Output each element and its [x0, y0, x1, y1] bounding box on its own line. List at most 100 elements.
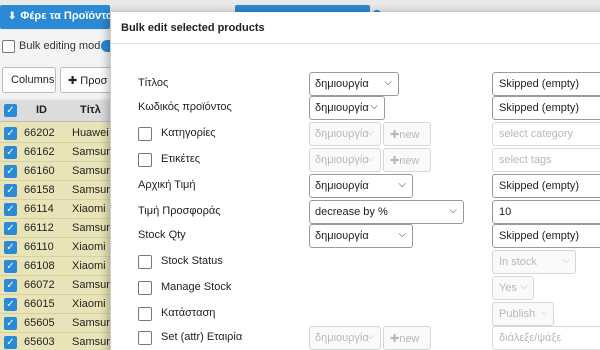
categories-new-button[interactable]: ✚new [383, 122, 431, 146]
title-action-select[interactable]: δημιουργία ⌵ [309, 72, 399, 96]
select-value: decrease by % [315, 206, 388, 218]
title-value-input[interactable]: Skipped (empty) [492, 72, 600, 96]
row-checkbox[interactable]: ✓ [4, 279, 17, 292]
select-all-checkbox[interactable]: ✓ [4, 104, 17, 117]
field-row-stock-qty: Stock Qty δημιουργία ⌵ Skipped (empty) [111, 224, 600, 250]
chevron-down-icon: ⌵ [398, 179, 406, 190]
field-row-sku: Κωδικός προϊόντος δημιουργία ⌵ Skipped (e… [111, 96, 600, 122]
company-checkbox[interactable] [138, 331, 152, 345]
row-checkbox[interactable]: ✓ [4, 203, 17, 216]
table-row[interactable]: ✓ 66108 Xiaomi [0, 257, 110, 276]
categories-search-input[interactable]: select category [492, 122, 600, 146]
columns-button[interactable]: Columns [2, 67, 56, 93]
row-id: 66112 [24, 222, 54, 234]
row-checkbox[interactable]: ✓ [4, 298, 17, 311]
table-row[interactable]: ✓ 65603 Samsun [0, 333, 113, 350]
fetch-products-label: Φέρε τα Προϊόντα [20, 10, 110, 22]
sku-value-input[interactable]: Skipped (empty) [492, 96, 600, 120]
field-row-regular-price: Αρχική Τιμή δημιουργία ⌵ Skipped (empty) [111, 174, 600, 200]
table-row[interactable]: ✓ 66015 Xiaomi [0, 295, 110, 314]
table-row[interactable]: ✓ 66072 Samsun [0, 276, 113, 295]
row-title: Samsun [72, 317, 113, 329]
tags-action-select[interactable]: δημιουργία ⌵ [309, 148, 381, 172]
regular-price-value-input[interactable]: Skipped (empty) [492, 174, 600, 198]
tags-search-input[interactable]: select tags [492, 148, 600, 172]
modal-header: Bulk edit selected products [111, 12, 600, 44]
row-title: Huawei [72, 127, 109, 139]
row-title: Samsun [72, 336, 113, 348]
row-checkbox[interactable]: ✓ [4, 241, 17, 254]
bulk-editing-checkbox[interactable] [2, 40, 15, 53]
modal-title: Bulk edit selected products [121, 22, 265, 34]
table-row[interactable]: ✓ 66162 Samsun [0, 143, 112, 162]
field-row-company: Set (attr) Εταιρία δημιουργία ⌵ ✚new διάλ… [111, 326, 600, 350]
regular-price-action-select[interactable]: δημιουργία ⌵ [309, 174, 413, 198]
table-row[interactable]: ✓ 66114 Xiaomi [0, 200, 110, 219]
chevron-down-icon: ⌵ [540, 307, 548, 318]
row-title: Xiaomi [72, 241, 106, 253]
table-row[interactable]: ✓ 66110 Xiaomi [0, 238, 110, 257]
table-row[interactable]: ✓ 66202 Huawei [0, 124, 110, 143]
chevron-down-icon: ⌵ [449, 205, 457, 216]
tags-checkbox[interactable] [138, 153, 152, 167]
chevron-down-icon: ⌵ [366, 331, 374, 342]
column-header-id[interactable]: ID [36, 104, 47, 116]
row-checkbox[interactable]: ✓ [4, 184, 17, 197]
company-action-select[interactable]: δημιουργία ⌵ [309, 326, 381, 350]
row-checkbox[interactable]: ✓ [4, 222, 17, 235]
select-value: Yes [499, 282, 517, 294]
row-checkbox[interactable]: ✓ [4, 146, 17, 159]
row-checkbox[interactable]: ✓ [4, 317, 17, 330]
sku-action-select[interactable]: δημιουργία ⌵ [309, 96, 385, 120]
bulk-editing-label: Bulk editing mode [19, 40, 107, 52]
new-label: new [399, 129, 420, 141]
categories-checkbox[interactable] [138, 127, 152, 141]
stock-status-select[interactable]: In stock ⌵ [492, 250, 576, 274]
manage-stock-select[interactable]: Yes ⌵ [492, 276, 534, 300]
table-row[interactable]: ✓ 66158 Samsun [0, 181, 112, 200]
stock-status-checkbox[interactable] [138, 255, 152, 269]
row-id: 66158 [24, 184, 55, 196]
download-icon: ⬇ [8, 11, 17, 22]
stock-qty-value-input[interactable]: Skipped (empty) [492, 224, 600, 248]
manage-stock-checkbox[interactable] [138, 281, 152, 295]
field-label: Αρχική Τιμή [138, 179, 196, 191]
company-new-button[interactable]: ✚new [383, 326, 431, 350]
row-id: 66202 [24, 127, 55, 139]
row-id: 66015 [24, 298, 55, 310]
sale-price-value-input[interactable]: 10 [492, 200, 600, 224]
field-row-status: Κατάσταση Publish ⌵ [111, 302, 600, 328]
table-row[interactable]: ✓ 66112 Samsun [0, 219, 112, 238]
select-value: δημιουργία [315, 332, 369, 344]
select-value: Publish [499, 308, 536, 320]
column-header-title[interactable]: Τίτλ [80, 104, 101, 116]
chevron-down-icon: ⌵ [370, 101, 378, 112]
field-label: Κωδικός προϊόντος [138, 101, 232, 113]
plus-icon: ✚ [390, 155, 400, 167]
row-title: Samsun [72, 279, 113, 291]
table-row[interactable]: ✓ 65605 Samsun [0, 314, 113, 333]
categories-action-select[interactable]: δημιουργία ⌵ [309, 122, 381, 146]
status-select[interactable]: Publish ⌵ [492, 302, 554, 326]
row-checkbox[interactable]: ✓ [4, 165, 17, 178]
tags-new-button[interactable]: ✚new [383, 148, 431, 172]
stock-qty-action-select[interactable]: δημιουργία ⌵ [309, 224, 413, 248]
company-search-input[interactable]: διάλεξε/ψάξε [492, 326, 600, 350]
row-id: 66114 [24, 203, 54, 215]
table-row[interactable]: ✓ 66160 Samsun [0, 162, 112, 181]
plus-icon: ✚ [390, 333, 400, 345]
row-id: 65603 [24, 336, 55, 348]
sale-price-action-select[interactable]: decrease by % ⌵ [309, 200, 464, 224]
fetch-products-button[interactable]: ⬇ Φέρε τα Προϊόντα [0, 5, 110, 29]
chevron-down-icon: ⌵ [366, 153, 374, 164]
row-checkbox[interactable]: ✓ [4, 127, 17, 140]
field-label: Τιμή Προσφοράς [138, 205, 221, 217]
status-checkbox[interactable] [138, 307, 152, 321]
row-title: Xiaomi [72, 203, 106, 215]
row-checkbox[interactable]: ✓ [4, 260, 17, 273]
chevron-down-icon: ⌵ [562, 255, 570, 266]
field-row-tags: Ετικέτες δημιουργία ⌵ ✚new select tags [111, 148, 600, 174]
field-label: Manage Stock [161, 281, 232, 293]
row-checkbox[interactable]: ✓ [4, 336, 17, 349]
field-label: Ετικέτες [161, 153, 201, 165]
